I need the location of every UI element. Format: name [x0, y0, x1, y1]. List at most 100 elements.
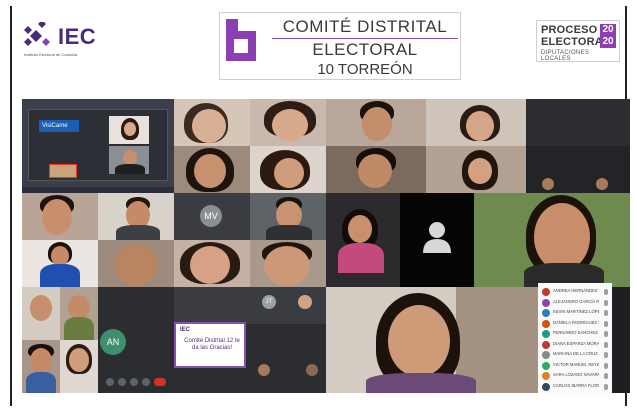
participant-name: MARIANA DE LA CRUZ: [553, 351, 598, 356]
participant-avatar: [542, 319, 550, 328]
participant-row[interactable]: MARIANA DE LA CRUZ: [542, 350, 610, 360]
mic-icon[interactable]: [604, 310, 608, 316]
participant-video: [174, 99, 250, 146]
proceso-line3: DIPUTACIONES LOCALES: [541, 50, 590, 62]
participant-avatar: [542, 298, 550, 307]
mic-icon[interactable]: [106, 378, 114, 386]
participant-avatar: [542, 309, 550, 317]
participant-avatar: [542, 288, 550, 296]
iec-diamond-icon: [24, 22, 50, 46]
participant-name: FERNANDO SÁNCHEZ GIL: [553, 330, 599, 335]
comite-divider: [272, 38, 458, 39]
mic-icon[interactable]: [604, 299, 608, 306]
participant-video: [22, 340, 60, 393]
participant-thumbnail: [596, 178, 608, 190]
proceso-year-bottom: 20: [600, 36, 616, 48]
participant-video-off: AN: [98, 287, 174, 393]
comite-district: 10 TORREÓN: [317, 61, 413, 78]
slide-message: Comité Distrital 12 te da las Gracias!: [184, 338, 240, 351]
participant-video-off: [250, 324, 326, 393]
avatar: AN: [100, 329, 126, 355]
screen-share-tile: VisiCame: [22, 99, 174, 193]
participant-video: [426, 99, 526, 146]
participant-video: [426, 146, 526, 193]
thank-you-slide: IEC Comité Distrital 12 te da las Gracia…: [174, 322, 246, 368]
participant-avatar: [542, 382, 550, 391]
meeting-controls: [104, 377, 170, 387]
visicame-badge: VisiCame: [39, 120, 79, 132]
avatar: JT: [262, 295, 276, 309]
participant-video-off: MV: [174, 193, 250, 240]
participant-row[interactable]: ALEJANDRO GARCÍA RUIZ: [542, 298, 610, 308]
comite-title: COMITÉ DISTRITAL: [282, 17, 448, 36]
participant-video: [98, 240, 174, 287]
participant-avatar: [542, 330, 550, 338]
participant-video: [22, 240, 98, 287]
mic-icon[interactable]: [604, 341, 608, 348]
participant-video-off: [400, 193, 474, 287]
participant-video: [174, 146, 250, 193]
participant-video-off: [526, 146, 630, 193]
participant-row[interactable]: KEVIN MARTÍNEZ LÓPEZ: [542, 308, 610, 318]
participant-video: [98, 193, 174, 240]
participants-panel: ANDREA HERNÁNDEZ VIVALDO ALEJANDRO GARCÍA…: [538, 283, 612, 393]
mic-icon[interactable]: [604, 383, 608, 390]
avatar: MV: [200, 205, 222, 227]
participant-video: [250, 146, 326, 193]
participant-video: [22, 287, 60, 340]
shared-browser-window: VisiCame: [28, 109, 168, 181]
participant-thumbnail: [306, 364, 318, 376]
participant-row[interactable]: DANIELA RODRÍGUEZ SOTO: [542, 319, 610, 329]
participant-avatar: [542, 372, 550, 380]
hand-icon[interactable]: [130, 378, 138, 386]
participant-avatar: [542, 361, 550, 370]
participant-row[interactable]: ANDREA HERNÁNDEZ VIVALDO: [542, 287, 610, 297]
avatar-photo: [298, 295, 312, 309]
participant-video-off: JT: [250, 287, 326, 324]
page: IEC Instituto Electoral de Coahuila COMI…: [0, 0, 637, 409]
participant-video: [109, 116, 149, 144]
participant-video: [250, 240, 326, 287]
mic-icon[interactable]: [604, 289, 608, 295]
iec-logo: IEC Instituto Electoral de Coahuila: [22, 22, 122, 57]
border-left: [10, 6, 12, 406]
participant-video: [60, 287, 98, 340]
participant-video-off: [526, 99, 580, 146]
present-icon[interactable]: [142, 378, 150, 386]
participant-row[interactable]: CARLOS IBARRA FLORES: [542, 382, 610, 392]
participant-name: DIANA ESPARZA MORALES: [553, 340, 599, 346]
participant-video: [326, 99, 426, 146]
mic-icon[interactable]: [604, 352, 608, 358]
slide-iec-logo: IEC: [180, 327, 191, 333]
comite-subtitle: ELECTORAL: [312, 40, 418, 59]
comite-square-icon: [226, 19, 256, 61]
mic-icon[interactable]: [604, 331, 608, 337]
user-silhouette-icon: [423, 222, 451, 253]
proceso-line1: PROCESO: [541, 24, 598, 36]
participant-name: SARA LOZANO NAVARRO: [553, 372, 599, 377]
proceso-year-top: 20: [600, 24, 616, 36]
camera-icon[interactable]: [118, 378, 126, 386]
participant-name: ALEJANDRO GARCÍA RUIZ: [553, 298, 599, 304]
mic-icon[interactable]: [604, 362, 608, 369]
participant-row[interactable]: FERNANDO SÁNCHEZ GIL: [542, 329, 610, 339]
participant-avatar: [542, 351, 550, 359]
participant-name: KEVIN MARTÍNEZ LÓPEZ: [553, 309, 599, 314]
participant-video: [109, 146, 149, 174]
participant-thumbnail: [542, 178, 554, 190]
participant-row[interactable]: SARA LOZANO NAVARRO: [542, 371, 610, 381]
mic-icon[interactable]: [604, 320, 608, 327]
participant-video: [474, 193, 630, 287]
participant-thumbnail: [258, 364, 270, 376]
hangup-icon[interactable]: [154, 378, 166, 386]
participant-row[interactable]: DIANA ESPARZA MORALES: [542, 340, 610, 350]
participant-video: [250, 193, 326, 240]
participant-video: [326, 193, 400, 287]
participant-video: [250, 99, 326, 146]
mic-icon[interactable]: [604, 373, 608, 379]
proceso-electoral-logo: PROCESO ELECTORAL 20 20 DIPUTACIONES LOC…: [536, 20, 620, 62]
participant-video: [174, 240, 250, 287]
participant-video: [326, 146, 426, 193]
participant-row[interactable]: VICTOR MANUEL REYES: [542, 361, 610, 371]
participant-video-off: [580, 99, 630, 146]
